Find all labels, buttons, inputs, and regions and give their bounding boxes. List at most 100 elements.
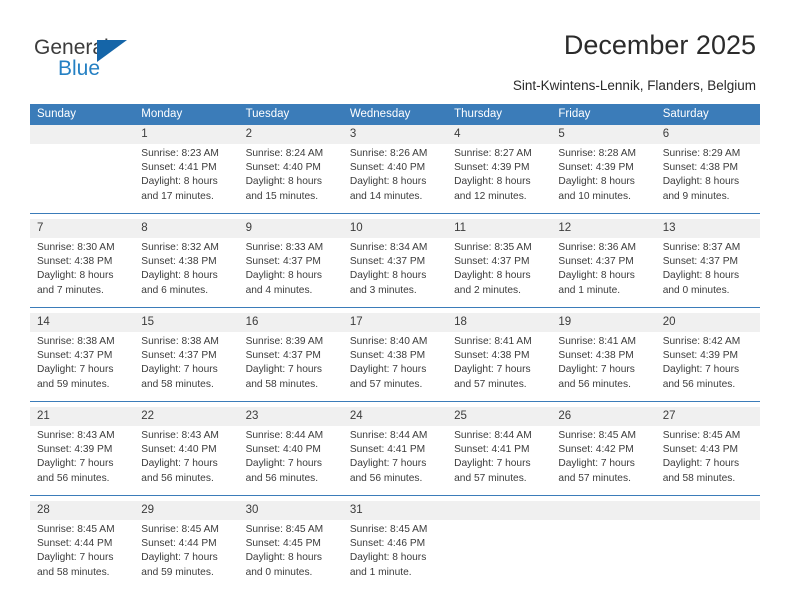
calendar-day-cell[interactable]: 2 Sunrise: 8:24 AM Sunset: 4:40 PM Daylight…	[238, 125, 343, 214]
daylight-duration-line1: Daylight: 7 hours	[454, 458, 531, 470]
day-details: Sunrise: 8:43 AM Sunset: 4:40 PM Daylight:…	[134, 426, 238, 486]
day-details: Sunrise: 8:37 AM Sunset: 4:37 PM Daylight:…	[656, 238, 760, 298]
sunset-time: Sunset: 4:41 PM	[454, 444, 530, 456]
calendar-day-cell[interactable]: 3 Sunrise: 8:26 AM Sunset: 4:40 PM Daylight…	[342, 125, 448, 214]
sunrise-time: Sunrise: 8:26 AM	[349, 148, 428, 159]
sunset-time: Sunset: 4:38 PM	[37, 256, 113, 268]
sunset-time: Sunset: 4:40 PM	[349, 162, 426, 174]
calendar-day-cell[interactable]: 14 Sunrise: 8:38 AM Sunset: 4:37 PM Dayligh…	[30, 313, 135, 402]
day-details: Sunrise: 8:45 AM Sunset: 4:44 PM Daylight:…	[134, 520, 238, 580]
day-number: 22	[134, 407, 239, 426]
calendar-day-cell[interactable]: 7 Sunrise: 8:30 AM Sunset: 4:38 PM Daylight…	[30, 219, 135, 308]
weekday-header-tuesday: Tuesday	[238, 104, 343, 125]
daylight-duration-line1: Daylight: 7 hours	[662, 364, 740, 376]
day-details: Sunrise: 8:28 AM Sunset: 4:39 PM Daylight:…	[551, 144, 655, 204]
daylight-duration-line2: and 57 minutes.	[349, 378, 423, 390]
daylight-duration-line2: and 56 minutes.	[245, 472, 319, 484]
daylight-duration-line2: and 3 minutes.	[349, 284, 417, 296]
weekday-header: Sunday Monday Tuesday Wednesday Thursday Frid…	[30, 104, 760, 125]
calendar-day-cell[interactable]: 24 Sunrise: 8:44 AM Sunset: 4:41 PM Dayligh…	[342, 407, 448, 496]
calendar-day-cell[interactable]: 17 Sunrise: 8:40 AM Sunset: 4:38 PM Dayligh…	[342, 313, 448, 402]
calendar-day-cell[interactable]: 16 Sunrise: 8:39 AM Sunset: 4:37 PM Dayligh…	[238, 313, 343, 402]
sunrise-time: Sunrise: 8:45 AM	[245, 524, 324, 535]
calendar-day-cell[interactable]: 9 Sunrise: 8:33 AM Sunset: 4:37 PM Daylight…	[238, 219, 343, 308]
day-details: Sunrise: 8:44 AM Sunset: 4:40 PM Daylight:…	[239, 426, 343, 486]
day-details: Sunrise: 8:38 AM Sunset: 4:37 PM Daylight:…	[30, 332, 134, 392]
sunrise-time: Sunrise: 8:39 AM	[245, 336, 324, 347]
calendar-day-cell[interactable]: 25 Sunrise: 8:44 AM Sunset: 4:41 PM Dayligh…	[447, 407, 552, 496]
daylight-duration-line2: and 1 minute.	[349, 566, 412, 578]
day-number	[655, 501, 760, 520]
daylight-duration-line2: and 1 minute.	[558, 284, 621, 296]
calendar-day-cell[interactable]: 4 Sunrise: 8:27 AM Sunset: 4:39 PM Daylight…	[447, 125, 552, 214]
daylight-duration-line2: and 12 minutes.	[454, 190, 527, 202]
day-number: 7	[30, 219, 135, 238]
calendar-day-cell[interactable]: 23 Sunrise: 8:44 AM Sunset: 4:40 PM Dayligh…	[238, 407, 343, 496]
day-details: Sunrise: 8:38 AM Sunset: 4:37 PM Daylight:…	[134, 332, 238, 392]
daylight-duration-line1: Daylight: 8 hours	[141, 176, 218, 188]
calendar-day-cell[interactable]: 1 Sunrise: 8:23 AM Sunset: 4:41 PM Daylight…	[134, 125, 239, 214]
daylight-duration-line1: Daylight: 7 hours	[245, 364, 323, 376]
sunset-time: Sunset: 4:39 PM	[454, 162, 530, 174]
brand-logo[interactable]: General Blue	[34, 36, 164, 88]
sunrise-time: Sunrise: 8:34 AM	[349, 242, 428, 253]
sunrise-time: Sunrise: 8:41 AM	[558, 336, 636, 347]
sunset-time: Sunset: 4:39 PM	[37, 444, 113, 456]
sunset-time: Sunset: 4:42 PM	[558, 444, 634, 456]
day-number: 15	[134, 313, 239, 332]
calendar-day-cell[interactable]: 11 Sunrise: 8:35 AM Sunset: 4:37 PM Dayligh…	[447, 219, 552, 308]
calendar-day-cell[interactable]: 15 Sunrise: 8:38 AM Sunset: 4:37 PM Dayligh…	[134, 313, 239, 402]
calendar-day-cell[interactable]: 28 Sunrise: 8:45 AM Sunset: 4:44 PM Dayligh…	[30, 501, 135, 589]
sunset-time: Sunset: 4:37 PM	[245, 256, 321, 268]
day-details: Sunrise: 8:24 AM Sunset: 4:40 PM Daylight:…	[239, 144, 343, 204]
calendar-day-cell[interactable]: 18 Sunrise: 8:41 AM Sunset: 4:38 PM Dayligh…	[447, 313, 552, 402]
day-details: Sunrise: 8:45 AM Sunset: 4:43 PM Daylight:…	[656, 426, 760, 486]
daylight-duration-line1: Daylight: 7 hours	[245, 458, 323, 470]
weekday-header-thursday: Thursday	[447, 104, 552, 125]
calendar-day-cell[interactable]: 5 Sunrise: 8:28 AM Sunset: 4:39 PM Daylight…	[551, 125, 656, 214]
calendar-day-cell[interactable]: 27 Sunrise: 8:45 AM Sunset: 4:43 PM Dayligh…	[655, 407, 760, 496]
day-number	[551, 501, 656, 520]
daylight-duration-line1: Daylight: 7 hours	[558, 364, 635, 376]
sunrise-time: Sunrise: 8:29 AM	[662, 148, 741, 159]
calendar-day-cell[interactable]: 8 Sunrise: 8:32 AM Sunset: 4:38 PM Daylight…	[134, 219, 239, 308]
page-header: General Blue December 2025 Sint-Kwintens…	[0, 0, 792, 96]
calendar-day-cell[interactable]: 26 Sunrise: 8:45 AM Sunset: 4:42 PM Dayligh…	[551, 407, 656, 496]
calendar-day-cell[interactable]: 13 Sunrise: 8:37 AM Sunset: 4:37 PM Dayligh…	[655, 219, 760, 308]
day-details: Sunrise: 8:33 AM Sunset: 4:37 PM Daylight:…	[239, 238, 343, 298]
sunset-time: Sunset: 4:45 PM	[245, 538, 321, 550]
calendar-day-cell[interactable]: 29 Sunrise: 8:45 AM Sunset: 4:44 PM Dayligh…	[134, 501, 239, 589]
calendar-day-cell[interactable]: 12 Sunrise: 8:36 AM Sunset: 4:37 PM Dayligh…	[551, 219, 656, 308]
calendar-body: 1 Sunrise: 8:23 AM Sunset: 4:41 PM Daylight…	[30, 125, 760, 589]
brand-name-blue: Blue	[58, 57, 101, 80]
day-details: Sunrise: 8:30 AM Sunset: 4:38 PM Daylight:…	[30, 238, 134, 298]
calendar-day-cell[interactable]: 21 Sunrise: 8:43 AM Sunset: 4:39 PM Dayligh…	[30, 407, 135, 496]
calendar-week-row: 14 Sunrise: 8:38 AM Sunset: 4:37 PM Dayligh…	[30, 313, 760, 402]
daylight-duration-line2: and 0 minutes.	[245, 566, 313, 578]
day-number: 29	[134, 501, 239, 520]
daylight-duration-line2: and 6 minutes.	[141, 284, 209, 296]
calendar-day-cell[interactable]: 19 Sunrise: 8:41 AM Sunset: 4:38 PM Dayligh…	[551, 313, 656, 402]
daylight-duration-line1: Daylight: 7 hours	[558, 458, 635, 470]
daylight-duration-line2: and 56 minutes.	[349, 472, 423, 484]
day-number: 31	[342, 501, 448, 520]
calendar-week-row: 7 Sunrise: 8:30 AM Sunset: 4:38 PM Daylight…	[30, 219, 760, 308]
calendar-day-cell[interactable]: 10 Sunrise: 8:34 AM Sunset: 4:37 PM Dayligh…	[342, 219, 448, 308]
calendar-day-cell[interactable]: 6 Sunrise: 8:29 AM Sunset: 4:38 PM Daylight…	[655, 125, 760, 214]
sunrise-time: Sunrise: 8:44 AM	[454, 430, 532, 441]
daylight-duration-line2: and 56 minutes.	[141, 472, 214, 484]
daylight-duration-line1: Daylight: 7 hours	[141, 458, 218, 470]
sunset-time: Sunset: 4:38 PM	[558, 350, 634, 362]
calendar-day-cell[interactable]: 20 Sunrise: 8:42 AM Sunset: 4:39 PM Dayligh…	[655, 313, 760, 402]
sunset-time: Sunset: 4:37 PM	[558, 256, 634, 268]
sunrise-time: Sunrise: 8:43 AM	[141, 430, 219, 441]
sunset-time: Sunset: 4:37 PM	[37, 350, 113, 362]
day-number: 8	[134, 219, 239, 238]
day-details: Sunrise: 8:41 AM Sunset: 4:38 PM Daylight:…	[551, 332, 655, 392]
calendar-day-cell[interactable]: 31 Sunrise: 8:45 AM Sunset: 4:46 PM Dayligh…	[342, 501, 448, 589]
daylight-duration-line1: Daylight: 7 hours	[349, 458, 427, 470]
calendar-day-cell[interactable]: 22 Sunrise: 8:43 AM Sunset: 4:40 PM Dayligh…	[134, 407, 239, 496]
daylight-duration-line1: Daylight: 8 hours	[245, 176, 323, 188]
calendar-day-cell[interactable]: 30 Sunrise: 8:45 AM Sunset: 4:45 PM Dayligh…	[238, 501, 343, 589]
sunrise-time: Sunrise: 8:42 AM	[662, 336, 741, 347]
